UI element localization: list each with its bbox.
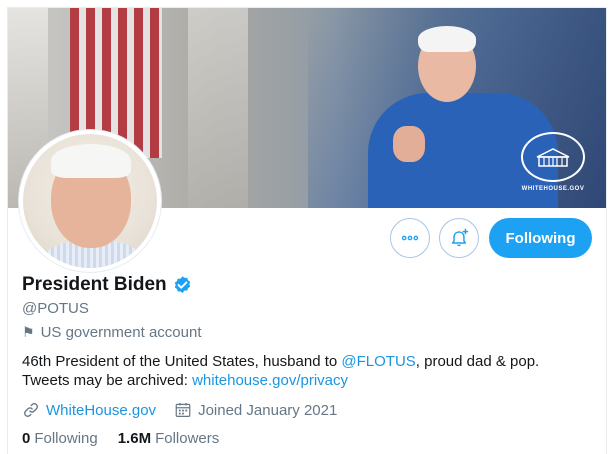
account-label-text: US government account [40, 324, 202, 341]
following-stat[interactable]: 0 Following [22, 430, 98, 447]
joined-date: Joined January 2021 [198, 401, 338, 419]
privacy-link[interactable]: whitehouse.gov/privacy [192, 372, 348, 389]
link-icon [24, 403, 38, 417]
notifications-button[interactable] [439, 218, 479, 258]
profile-card: WHITEHOUSE.GOV Following President Biden [7, 7, 607, 454]
bio-text-suffix: , proud dad & pop. [415, 353, 540, 370]
account-label: ⚑ US government account [22, 324, 201, 341]
whitehouse-logo: WHITEHOUSE.GOV [518, 132, 588, 192]
website-link[interactable]: WhiteHouse.gov [46, 402, 156, 419]
name-row: President Biden [22, 274, 193, 296]
more-button[interactable] [390, 218, 430, 258]
following-label: Following [34, 430, 98, 447]
avatar[interactable] [19, 130, 161, 272]
profile-stats: 0 Following 1.6M Followers [22, 430, 239, 447]
followers-stat[interactable]: 1.6M Followers [118, 430, 220, 447]
followers-count: 1.6M [117, 430, 152, 447]
profile-name: President Biden [22, 274, 167, 295]
followers-label: Followers [155, 430, 220, 447]
profile-meta: WhiteHouse.gov Joined January 2021 [22, 401, 355, 419]
following-button[interactable]: Following [489, 218, 592, 258]
bell-plus-icon [451, 228, 469, 247]
bio-archive-text: Tweets may be archived: [22, 372, 193, 389]
whitehouse-logo-text: WHITEHOUSE.GOV [521, 186, 585, 192]
flag-icon: ⚑ [22, 324, 35, 340]
profile-handle: @POTUS [22, 300, 89, 317]
more-icon [401, 235, 419, 241]
calendar-icon [175, 402, 191, 417]
profile-bio: 46th President of the United States, hus… [22, 352, 597, 390]
following-count: 0 [22, 430, 31, 447]
bio-text: 46th President of the United States, hus… [22, 353, 342, 370]
verified-badge-icon [174, 275, 190, 293]
flotus-mention-link[interactable]: @FLOTUS [341, 353, 415, 370]
